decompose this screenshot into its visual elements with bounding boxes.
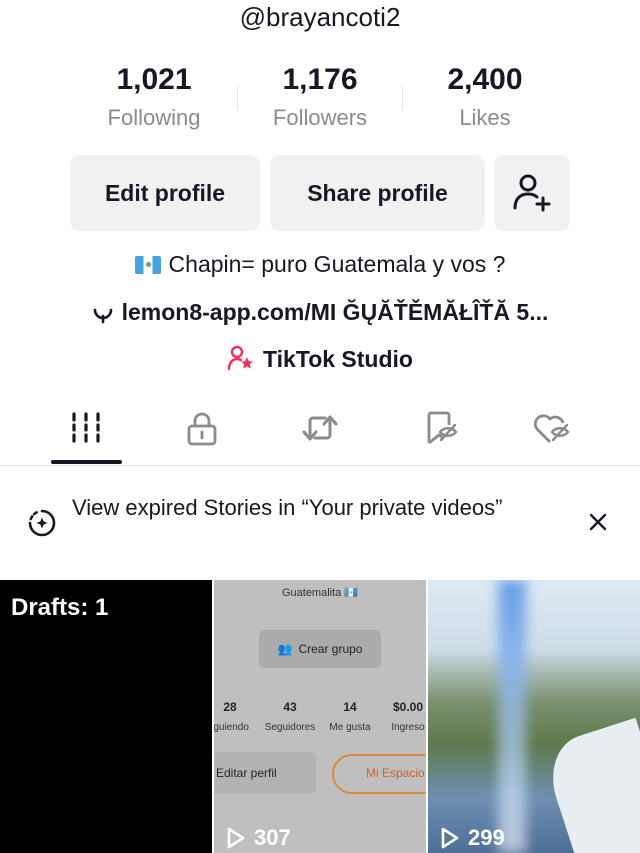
videos-grid-icon (72, 412, 100, 443)
stat-divider (237, 86, 238, 110)
thumbnail-stat-label: Ingreso (391, 722, 425, 733)
thumbnail-stat-label: iguiendo (214, 722, 249, 733)
thumbnail-stat: $0.00 Ingreso (376, 700, 426, 733)
view-count-value: 299 (468, 825, 505, 850)
thumbnail-group-button: 👥 Crear grupo (259, 630, 381, 668)
tab-favorites[interactable] (376, 400, 504, 465)
tab-active-indicator (51, 460, 122, 464)
share-profile-button[interactable]: Share profile (270, 155, 485, 231)
thumbnail-edit-button: Editar perfil (214, 752, 316, 794)
thumbnail-stat-value: 43 (283, 700, 297, 714)
video-thumbnail[interactable]: Guatemalita 🇬🇹 👥 Crear grupo 28 iguiendo … (214, 580, 426, 853)
person-plus-icon (513, 174, 551, 212)
favorites-icon (427, 411, 458, 445)
thumbnail-shape (540, 717, 640, 853)
play-icon (227, 827, 245, 849)
bio-link-text: lemon8-app.com/MI ĞŲĂŤĚMĂŁÎŤĂ 5... (121, 299, 549, 325)
stat-following[interactable]: 1,021 Following (64, 62, 244, 134)
thumbnail-title: Guatemalita 🇬🇹 (281, 587, 359, 599)
stat-following-label: Following (107, 105, 201, 130)
username: @brayancoti2 (239, 2, 401, 32)
view-count-value: 307 (254, 825, 291, 850)
liked-hidden-icon (533, 414, 570, 443)
tab-liked[interactable] (488, 400, 616, 465)
tiktok-studio-link[interactable]: TikTok Studio (0, 343, 640, 375)
repost-icon (302, 415, 338, 441)
play-icon (441, 827, 459, 849)
thumbnail-stat: 43 Seguidores (258, 700, 322, 733)
thumbnail-stat: 28 iguiendo (214, 700, 262, 733)
profile-stats: 1,021 Following 1,176 Followers 2,400 Li… (0, 62, 640, 134)
thumbnail-stat-label: Seguidores (264, 722, 316, 733)
thumbnail-stat-label: Me gusta (329, 722, 371, 733)
tiktok-studio-label: TikTok Studio (263, 346, 413, 372)
bio-link[interactable]: lemon8-app.com/MI ĞŲĂŤĚMĂŁÎŤĂ 5... (0, 296, 640, 328)
stat-likes[interactable]: 2,400 Likes (395, 62, 575, 134)
stat-likes-label: Likes (459, 105, 511, 130)
expired-stories-text: View expired Stories in “Your private vi… (72, 495, 503, 520)
stat-followers-value: 1,176 (282, 63, 358, 96)
stat-followers[interactable]: 1,176 Followers (230, 62, 410, 134)
thumbnail-stat-value: $0.00 (392, 700, 424, 714)
bio-text: Chapin= puro Guatemala y vos ? (0, 248, 640, 280)
profile-tabs (0, 400, 640, 466)
thumbnail-stat: 14 Me gusta (318, 700, 382, 733)
lock-icon (187, 412, 217, 446)
thumbnail-stat-value: 14 (343, 700, 357, 714)
tab-videos[interactable] (22, 400, 150, 465)
thumbnail-stat-value: 28 (223, 700, 237, 714)
drafts-label: Drafts: 1 (11, 594, 109, 621)
stat-following-value: 1,021 (116, 63, 192, 96)
add-friend-button[interactable] (494, 155, 570, 231)
bio-text-content: Chapin= puro Guatemala y vos ? (168, 251, 506, 277)
view-count: 307 (226, 825, 291, 851)
stat-likes-value: 2,400 (447, 63, 523, 96)
group-icon: 👥 (277, 642, 293, 656)
stat-divider (402, 86, 403, 110)
expired-stories-notice[interactable]: View expired Stories in “Your private vi… (0, 492, 640, 560)
thumbnail-group-label: Crear grupo (298, 642, 363, 656)
drafts-tile[interactable]: Drafts: 1 (0, 580, 212, 853)
tab-reposts[interactable] (256, 400, 384, 465)
tab-private[interactable] (138, 400, 266, 465)
close-icon[interactable] (584, 508, 612, 536)
edit-profile-button[interactable]: Edit profile (70, 155, 260, 231)
tiktok-studio-icon (227, 345, 254, 371)
guatemala-flag-icon (134, 256, 161, 274)
thumbnail-space-button: Mi Espacio (332, 754, 426, 794)
profile-actions: Edit profile Share profile (0, 155, 640, 231)
video-thumbnail[interactable]: 299 (428, 580, 640, 853)
stat-followers-label: Followers (272, 105, 368, 130)
view-count: 299 (440, 825, 505, 851)
link-icon (93, 308, 112, 324)
video-grid: Drafts: 1 Guatemalita 🇬🇹 👥 Crear grupo 28… (0, 580, 640, 853)
thumbnail-light-streak (498, 580, 526, 853)
story-plus-icon (28, 509, 56, 537)
